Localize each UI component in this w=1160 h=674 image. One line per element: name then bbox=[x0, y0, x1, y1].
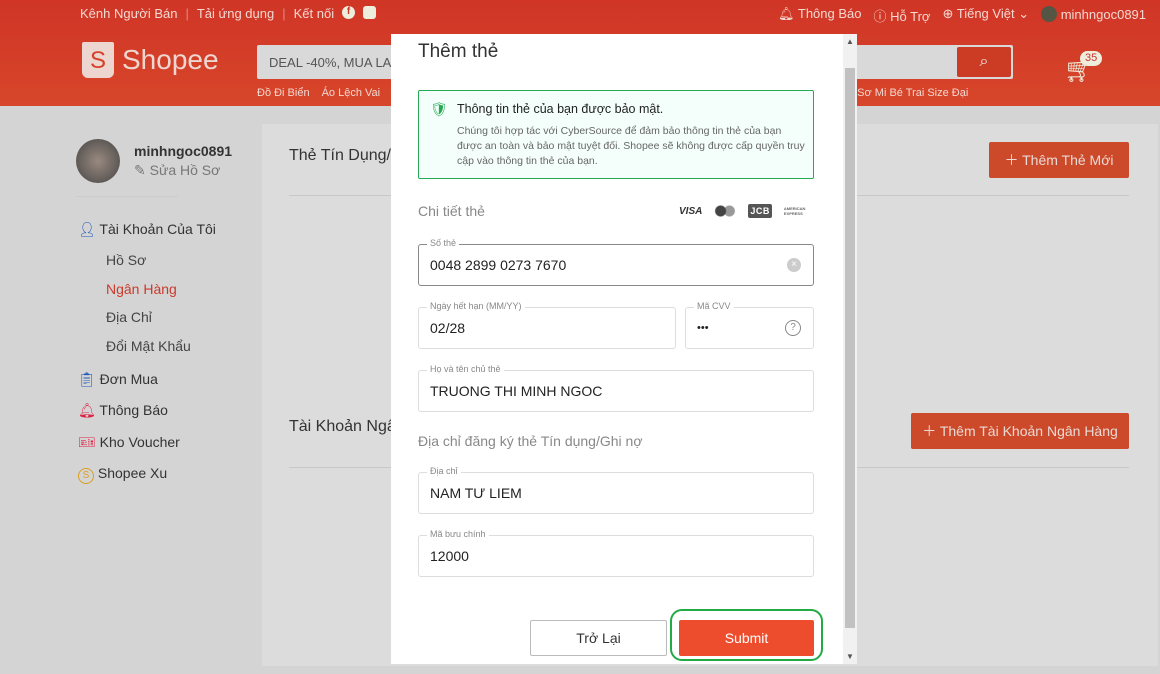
address-input[interactable]: Địa chỉ NAM TƯ LIEM bbox=[418, 466, 814, 514]
clipboard-icon: 📋︎ bbox=[78, 371, 96, 387]
sidebar-item-profile[interactable]: Hồ Sơ bbox=[106, 252, 146, 268]
suggestion-link[interactable]: Áo Lệch Vai bbox=[322, 87, 381, 99]
connect-label: Kết nối bbox=[293, 6, 335, 21]
add-card-modal: Thêm thẻ 🛡︎ Thông tin thẻ của bạn được b… bbox=[391, 34, 857, 664]
notifications-link[interactable]: 🔔︎ Thông Báo bbox=[778, 6, 862, 25]
sidebar-username: minhngoc0891 bbox=[134, 143, 233, 159]
scrollbar[interactable]: ▲ ▼ bbox=[843, 34, 857, 664]
pencil-icon: ✎ bbox=[134, 162, 146, 178]
search-button[interactable]: ⌕ bbox=[957, 47, 1011, 77]
amex-icon: AMERICAN EXPRESS bbox=[783, 206, 806, 216]
instagram-icon[interactable] bbox=[363, 6, 377, 19]
card-brand-icons: VISA JCB AMERICAN EXPRESS bbox=[679, 204, 810, 218]
visa-icon: VISA bbox=[679, 205, 703, 217]
bell-icon: 🔔︎ bbox=[78, 402, 96, 418]
billing-address-heading: Địa chỉ đăng ký thẻ Tín dụng/Ghi nợ bbox=[418, 433, 643, 449]
search-icon: ⌕ bbox=[979, 53, 989, 70]
user-menu[interactable]: minhngoc0891 bbox=[1041, 6, 1146, 25]
coin-icon: S bbox=[78, 468, 94, 484]
expiry-input[interactable]: Ngày hết hạn (MM/YY) 02/28 bbox=[418, 301, 676, 349]
add-bank-account-button[interactable]: ＋ Thêm Tài Khoản Ngân Hàng bbox=[911, 413, 1129, 449]
scroll-up-arrow[interactable]: ▲ bbox=[843, 37, 857, 46]
sidebar-item-coins[interactable]: S Shopee Xu bbox=[78, 465, 167, 484]
cardholder-name-input[interactable]: Họ và tên chủ thẻ TRUONG THI MINH NGOC bbox=[418, 364, 814, 412]
divider bbox=[76, 196, 178, 197]
bank-section-title: Tài Khoản Ngâ bbox=[289, 418, 396, 435]
language-select[interactable]: ⊕ Tiếng Việt ⌄ bbox=[942, 6, 1029, 25]
edit-profile-link[interactable]: ✎ Sửa Hồ Sơ bbox=[134, 162, 220, 179]
sidebar-item-bank[interactable]: Ngân Hàng bbox=[106, 281, 177, 297]
globe-icon: ⊕ bbox=[942, 6, 954, 21]
modal-title: Thêm thẻ bbox=[418, 41, 499, 62]
sidebar-item-orders[interactable]: 📋︎ Đơn Mua bbox=[78, 371, 158, 388]
help-link[interactable]: ⓘ Hỗ Trợ bbox=[874, 6, 931, 25]
sidebar-item-address[interactable]: Địa Chỉ bbox=[106, 309, 152, 325]
avatar bbox=[1041, 6, 1058, 22]
card-details-heading: Chi tiết thẻ bbox=[418, 203, 485, 219]
scrollbar-thumb[interactable] bbox=[845, 68, 855, 628]
jcb-icon: JCB bbox=[748, 204, 772, 218]
help-icon[interactable]: ? bbox=[785, 320, 801, 336]
user-icon: 👤︎ bbox=[78, 221, 96, 237]
mastercard-icon bbox=[714, 205, 737, 217]
cvv-input[interactable]: Mã CVV •••? bbox=[685, 301, 814, 349]
sidebar-item-password[interactable]: Đổi Mật Khẩu bbox=[106, 338, 191, 354]
app-link[interactable]: Tải ứng dụng bbox=[197, 6, 274, 21]
submit-button[interactable]: Submit bbox=[679, 620, 814, 656]
back-button[interactable]: Trở Lại bbox=[530, 620, 667, 656]
help-icon: ⓘ bbox=[873, 9, 887, 24]
scroll-down-arrow[interactable]: ▼ bbox=[843, 652, 857, 661]
sidebar-item-notifications[interactable]: 🔔︎ Thông Báo bbox=[78, 402, 168, 419]
clear-icon[interactable]: × bbox=[787, 258, 801, 272]
card-number-input[interactable]: Số thẻ 0048 2899 0273 7670 × bbox=[418, 238, 814, 286]
shopping-bag-icon: S bbox=[82, 42, 114, 78]
seller-link[interactable]: Kênh Người Bán bbox=[80, 6, 177, 21]
add-card-button[interactable]: ＋ Thêm Thẻ Mới bbox=[989, 142, 1129, 178]
cart-badge: 35 bbox=[1080, 51, 1103, 66]
cards-section-title: Thẻ Tín Dụng/ bbox=[289, 147, 391, 164]
suggestion-link[interactable]: o Sơ Mi Bé Trai Size Đại bbox=[848, 87, 968, 99]
facebook-icon[interactable]: f bbox=[342, 6, 356, 19]
avatar[interactable] bbox=[76, 139, 120, 183]
voucher-icon: 🎫︎ bbox=[78, 434, 96, 450]
shopee-logo[interactable]: S Shopee bbox=[82, 42, 219, 78]
security-notice: 🛡︎ Thông tin thẻ của bạn được bảo mật. C… bbox=[418, 90, 814, 179]
postal-code-input[interactable]: Mã bưu chính 12000 bbox=[418, 529, 814, 577]
suggestion-link[interactable]: Đồ Đi Biển bbox=[257, 87, 310, 99]
shield-check-icon: 🛡︎ bbox=[430, 101, 448, 117]
sidebar-item-vouchers[interactable]: 🎫︎ Kho Voucher bbox=[78, 434, 180, 451]
sidebar-item-my-account[interactable]: 👤︎ Tài Khoản Của Tôi bbox=[78, 221, 216, 238]
